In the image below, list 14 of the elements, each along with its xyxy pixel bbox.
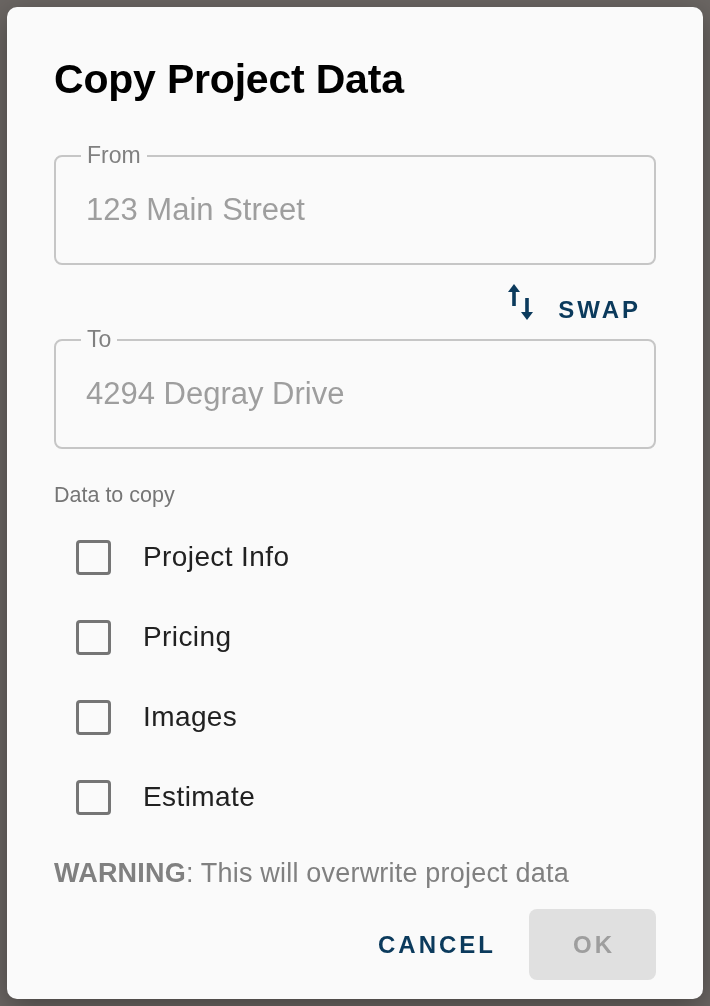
swap-button[interactable]: SWAP xyxy=(508,282,656,326)
checkbox-label[interactable]: Estimate xyxy=(143,780,256,814)
checkbox[interactable] xyxy=(76,779,111,815)
dialog-title: Copy Project Data xyxy=(54,56,406,102)
cancel-button[interactable]: CANCEL xyxy=(360,909,512,980)
checkbox-label[interactable]: Images xyxy=(143,700,238,734)
warning-text: WARNING: This will overwrite project data xyxy=(54,857,570,889)
section-label: Data to copy xyxy=(54,483,176,507)
checkbox[interactable] xyxy=(76,619,111,655)
up-down-arrows-icon xyxy=(508,284,535,320)
checkbox[interactable] xyxy=(76,539,111,575)
checkbox-label[interactable]: Project Info xyxy=(143,540,290,574)
checkbox[interactable] xyxy=(76,699,111,735)
checkbox-label[interactable]: Pricing xyxy=(143,620,232,654)
